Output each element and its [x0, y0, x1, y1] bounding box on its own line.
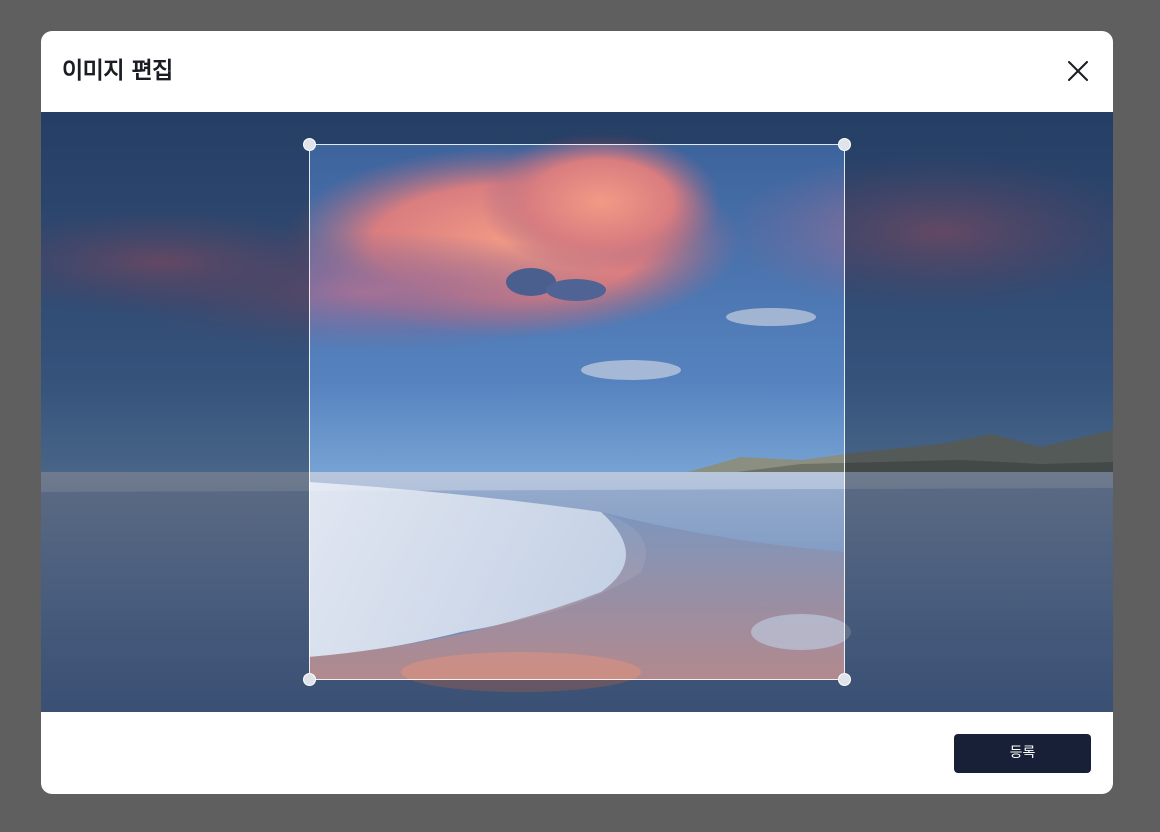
close-icon	[1068, 61, 1088, 81]
modal-footer: 등록	[41, 712, 1113, 794]
crop-mask-top	[41, 112, 1113, 144]
crop-selection-box[interactable]	[303, 138, 851, 686]
crop-handle-bottom-right-icon[interactable]	[838, 673, 851, 686]
close-button[interactable]	[1062, 53, 1094, 89]
modal-title: 이미지 편집	[62, 58, 173, 84]
crop-mask-right	[845, 144, 1113, 680]
crop-mask-bottom	[41, 680, 1113, 712]
submit-button[interactable]: 등록	[954, 734, 1091, 773]
crop-handle-top-right-icon[interactable]	[838, 138, 851, 151]
crop-mask-left	[41, 144, 309, 680]
image-edit-modal: 이미지 편집 등록	[41, 31, 1113, 794]
image-crop-canvas[interactable]	[41, 112, 1113, 712]
crop-handle-bottom-left-icon[interactable]	[303, 673, 316, 686]
modal-header: 이미지 편집	[41, 31, 1113, 112]
crop-handle-top-left-icon[interactable]	[303, 138, 316, 151]
